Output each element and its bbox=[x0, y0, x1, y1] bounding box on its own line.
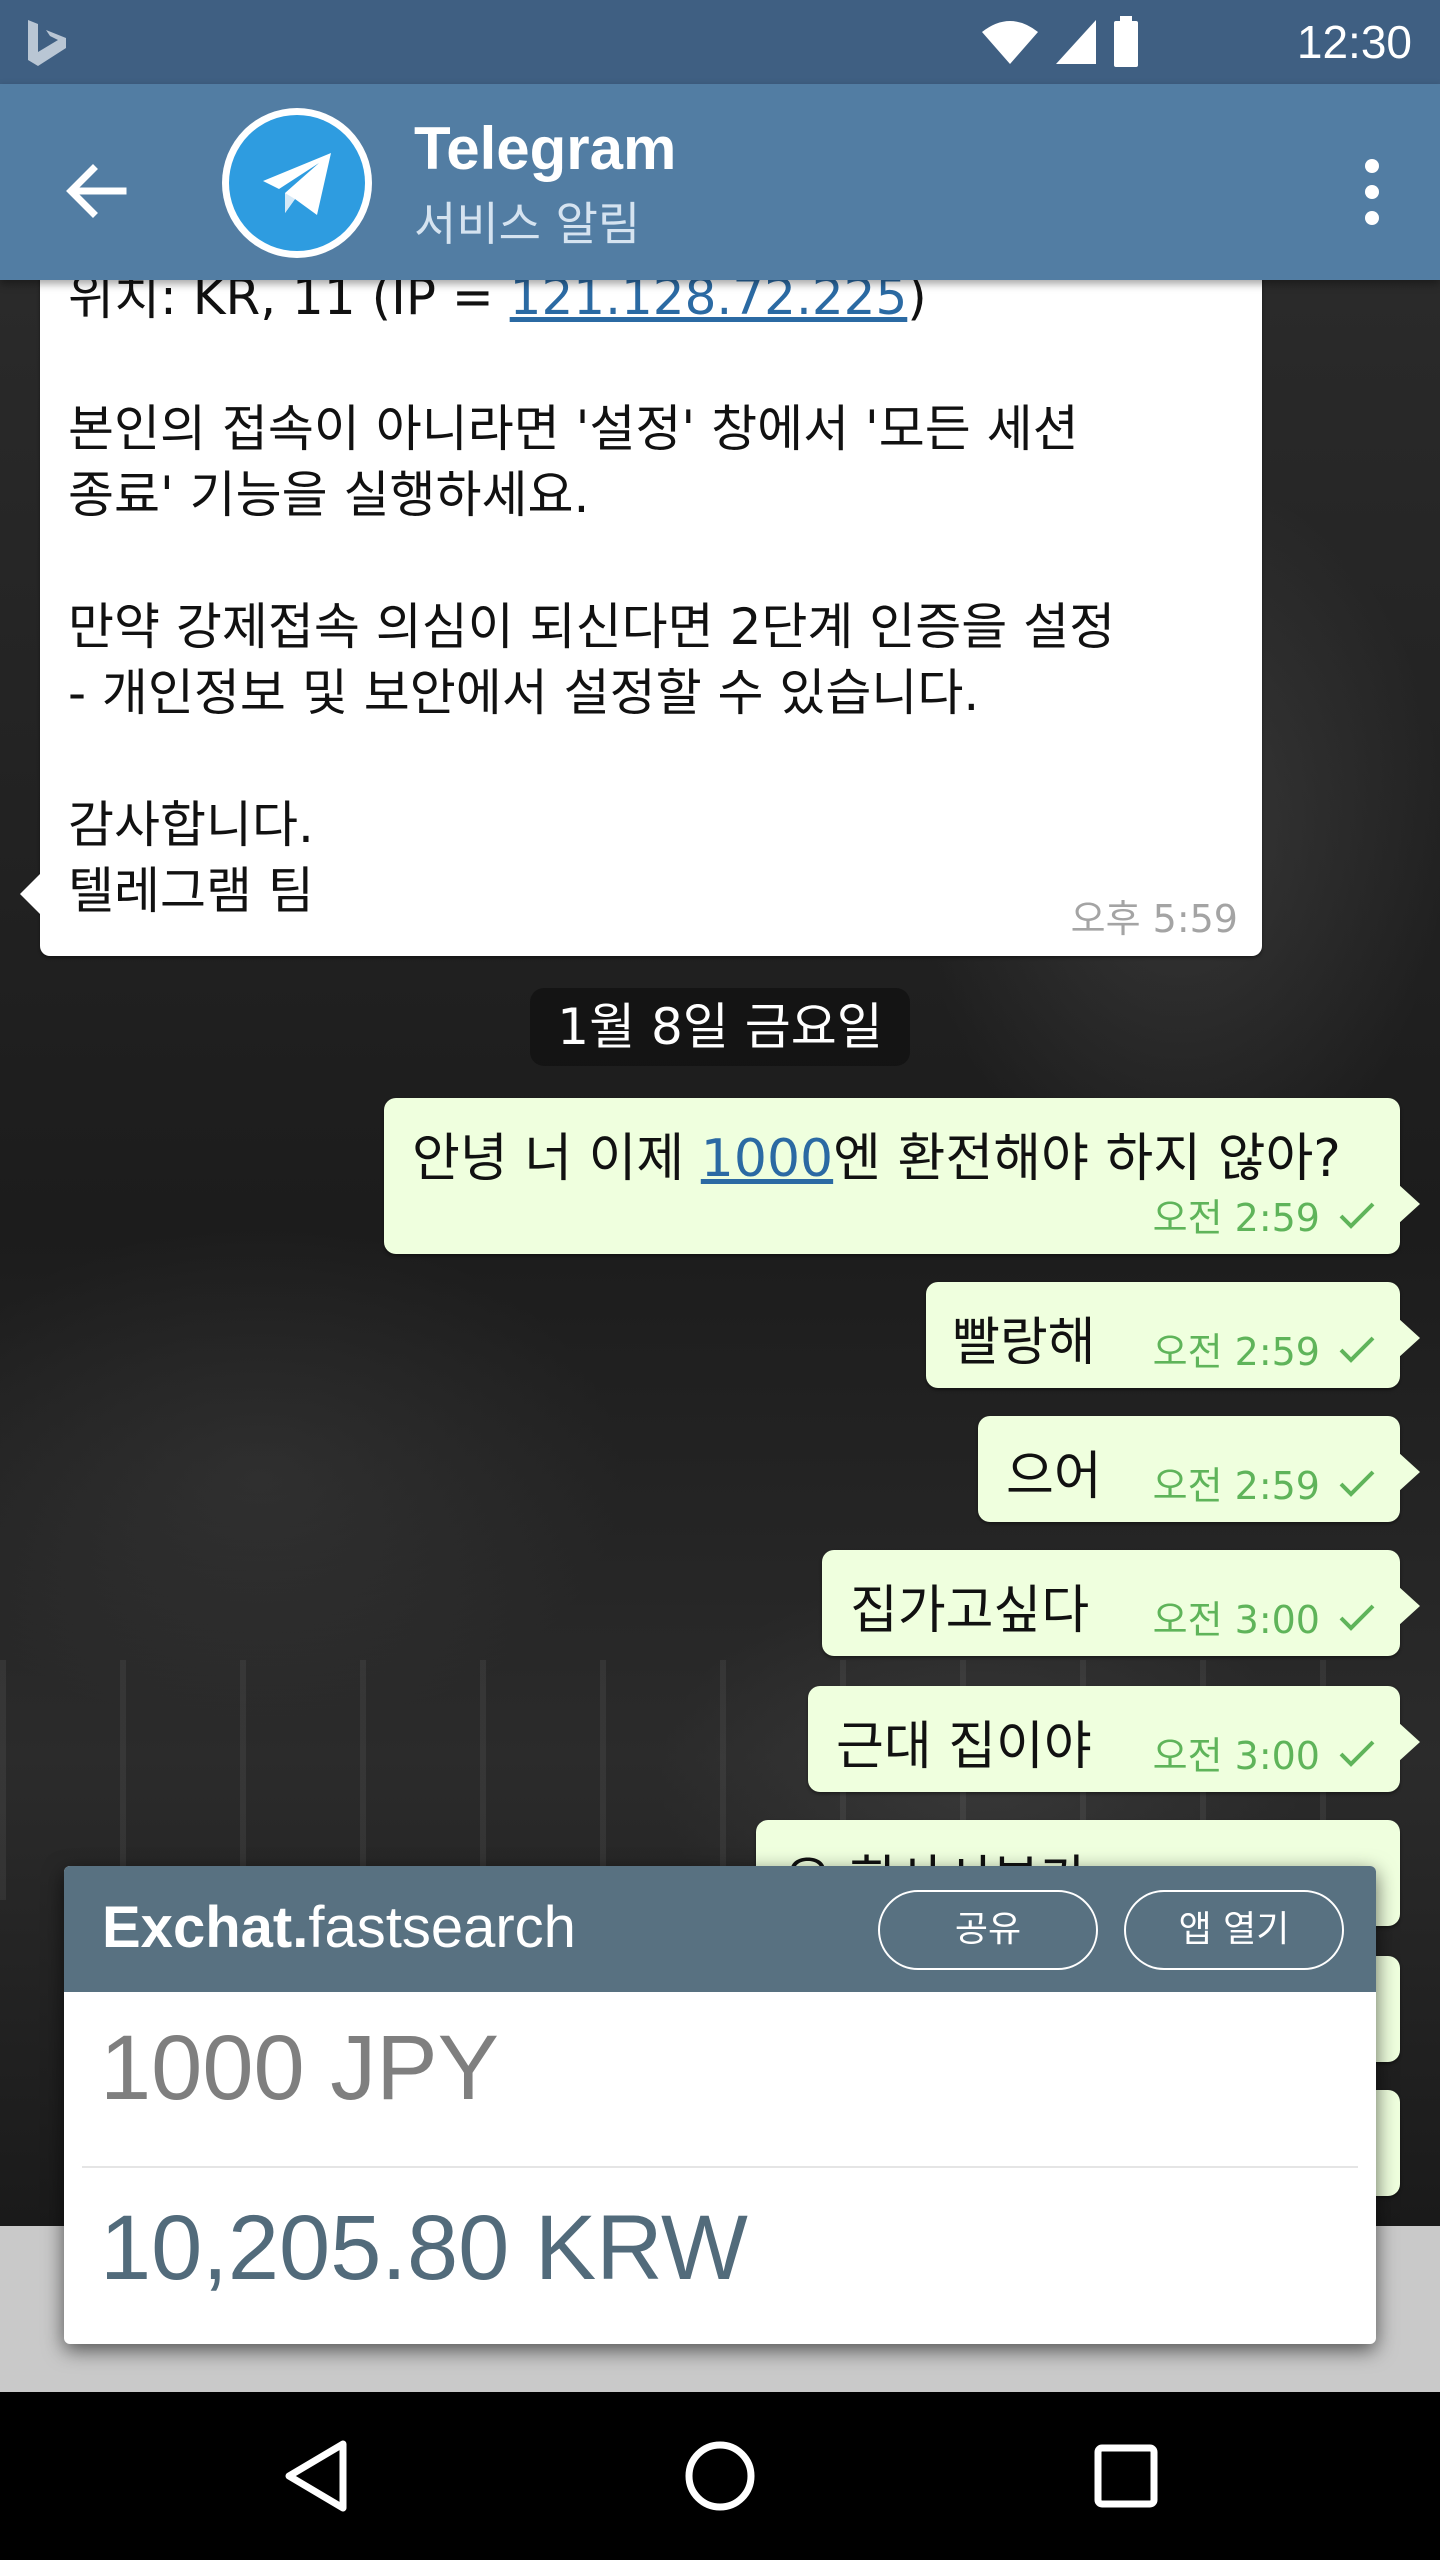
message-text: 안녕 너 이제 1000엔 환전해야 하지 않아? bbox=[412, 1116, 1341, 1191]
more-menu-button[interactable] bbox=[1342, 142, 1402, 242]
message-time: 오전 3:00 bbox=[1152, 1734, 1320, 1778]
converted-amount[interactable]: 10,205.80 KRW bbox=[100, 2196, 748, 2301]
message-time: 오전 2:59 bbox=[1152, 1464, 1320, 1508]
message-text: 빨랑해 bbox=[952, 1313, 1096, 1373]
nav-recents-icon bbox=[1094, 2444, 1158, 2508]
number-link[interactable]: 1000 bbox=[701, 1129, 833, 1189]
brand-bold: Exchat. bbox=[102, 1895, 309, 1960]
read-check-icon bbox=[1339, 1336, 1375, 1363]
date-separator: 1월 8일 금요일 bbox=[530, 988, 910, 1066]
read-check-icon bbox=[1339, 1202, 1375, 1229]
battery-icon bbox=[1114, 16, 1138, 67]
back-arrow-icon bbox=[66, 164, 127, 218]
bubble-tail bbox=[1398, 1184, 1420, 1224]
back-button[interactable] bbox=[50, 146, 140, 236]
status-icons bbox=[980, 14, 1140, 70]
read-check-icon bbox=[1339, 1604, 1375, 1631]
message-text: 으어 bbox=[1006, 1447, 1102, 1507]
chat-subtitle: 서비스 알림 bbox=[414, 197, 641, 251]
message-gap bbox=[68, 528, 1234, 594]
nav-back-icon bbox=[285, 2440, 347, 2512]
message-line: 종료' 기능을 실행하세요. bbox=[68, 466, 590, 524]
exchat-brand: Exchat.fastsearch bbox=[102, 1894, 576, 1961]
message-text-part: 안녕 너 이제 bbox=[412, 1129, 701, 1189]
brand-light: fastsearch bbox=[308, 1895, 576, 1960]
more-vert-icon bbox=[1365, 159, 1379, 173]
outgoing-message-bubble[interactable]: 근대 집이야 오전 3:00 bbox=[808, 1686, 1420, 1792]
bubble-tail bbox=[1398, 1318, 1420, 1358]
message-time: 오전 3:00 bbox=[1152, 1598, 1320, 1642]
bubble-tail bbox=[1398, 1722, 1420, 1762]
source-amount[interactable]: 1000 JPY bbox=[100, 2016, 499, 2121]
message-line: 본인의 접속이 아니라면 '설정' 창에서 '모든 세션 bbox=[68, 400, 1079, 458]
exchat-popup: Exchat.fastsearch 공유 앱 열기 1000 JPY 10,20… bbox=[64, 1866, 1376, 2344]
open-app-button[interactable]: 앱 열기 bbox=[1124, 1890, 1344, 1970]
outgoing-message-bubble[interactable]: 으어 오전 2:59 bbox=[978, 1416, 1420, 1522]
share-button[interactable]: 공유 bbox=[878, 1890, 1098, 1970]
message-meta: 오전 3:00 bbox=[1153, 1725, 1376, 1780]
telegram-plane-icon bbox=[263, 153, 331, 215]
message-meta: 오전 2:59 bbox=[1153, 1455, 1376, 1510]
message-line: 만약 강제접속 의심이 되신다면 2단계 인증을 설정 bbox=[68, 598, 1116, 656]
message-text: 근대 집이야 bbox=[836, 1717, 1092, 1777]
status-bar: 12:30 bbox=[0, 0, 1440, 84]
message-line: - 개인정보 및 보안에서 설정할 수 있습니다. bbox=[68, 664, 980, 722]
nav-back-button[interactable] bbox=[266, 2426, 366, 2526]
outgoing-message-bubble[interactable]: 빨랑해 오전 2:59 bbox=[926, 1282, 1420, 1388]
outgoing-message-bubble[interactable]: 안녕 너 이제 1000엔 환전해야 하지 않아? 오전 2:59 bbox=[384, 1098, 1420, 1254]
chat-title: Telegram bbox=[414, 115, 677, 182]
message-line: 감사합니다. bbox=[68, 796, 314, 854]
message-line: 텔레그램 팀 bbox=[68, 862, 314, 920]
message-time: 오후 5:59 bbox=[1070, 897, 1238, 941]
outgoing-message-bubble[interactable]: 집가고싶다 오전 3:00 bbox=[822, 1550, 1420, 1656]
exchat-header: Exchat.fastsearch 공유 앱 열기 bbox=[64, 1866, 1376, 1992]
signal-icon bbox=[1056, 20, 1096, 64]
message-text-part: 엔 환전해야 하지 않아? bbox=[833, 1129, 1341, 1189]
nav-home-button[interactable] bbox=[670, 2426, 770, 2526]
bubble-tail bbox=[1398, 1586, 1420, 1626]
status-time: 12:30 bbox=[1296, 16, 1412, 68]
avatar[interactable] bbox=[222, 108, 372, 258]
message-text: 집가고싶다 bbox=[850, 1581, 1090, 1641]
more-vert-icon-dot bbox=[1365, 185, 1379, 199]
system-nav-bar bbox=[0, 2392, 1440, 2560]
nav-home-icon bbox=[685, 2441, 755, 2511]
divider bbox=[82, 2166, 1358, 2168]
message-gap bbox=[68, 726, 1234, 792]
message-gap bbox=[68, 330, 1234, 396]
incoming-message-bubble[interactable]: 위치: KR, 11 (IP = 121.128.72.225) 본인의 접속이… bbox=[20, 268, 1262, 956]
bing-logo-icon bbox=[28, 20, 66, 66]
avatar-circle bbox=[229, 115, 365, 251]
bubble-tail bbox=[1398, 1452, 1420, 1492]
more-vert-icon-dot bbox=[1365, 211, 1379, 225]
message-meta: 오전 2:59 bbox=[1153, 1321, 1376, 1376]
read-check-icon bbox=[1339, 1470, 1375, 1497]
message-time: 오전 2:59 bbox=[1152, 1330, 1320, 1374]
bubble-tail bbox=[20, 872, 42, 916]
nav-recents-button[interactable] bbox=[1076, 2426, 1176, 2526]
read-check-icon bbox=[1339, 1740, 1375, 1767]
message-time: 오전 2:59 bbox=[1152, 1196, 1320, 1240]
chat-header: Telegram 서비스 알림 bbox=[0, 84, 1440, 280]
wifi-icon bbox=[982, 21, 1038, 64]
message-meta: 오전 3:00 bbox=[1153, 1589, 1376, 1644]
message-meta: 오전 2:59 bbox=[1153, 1187, 1376, 1242]
